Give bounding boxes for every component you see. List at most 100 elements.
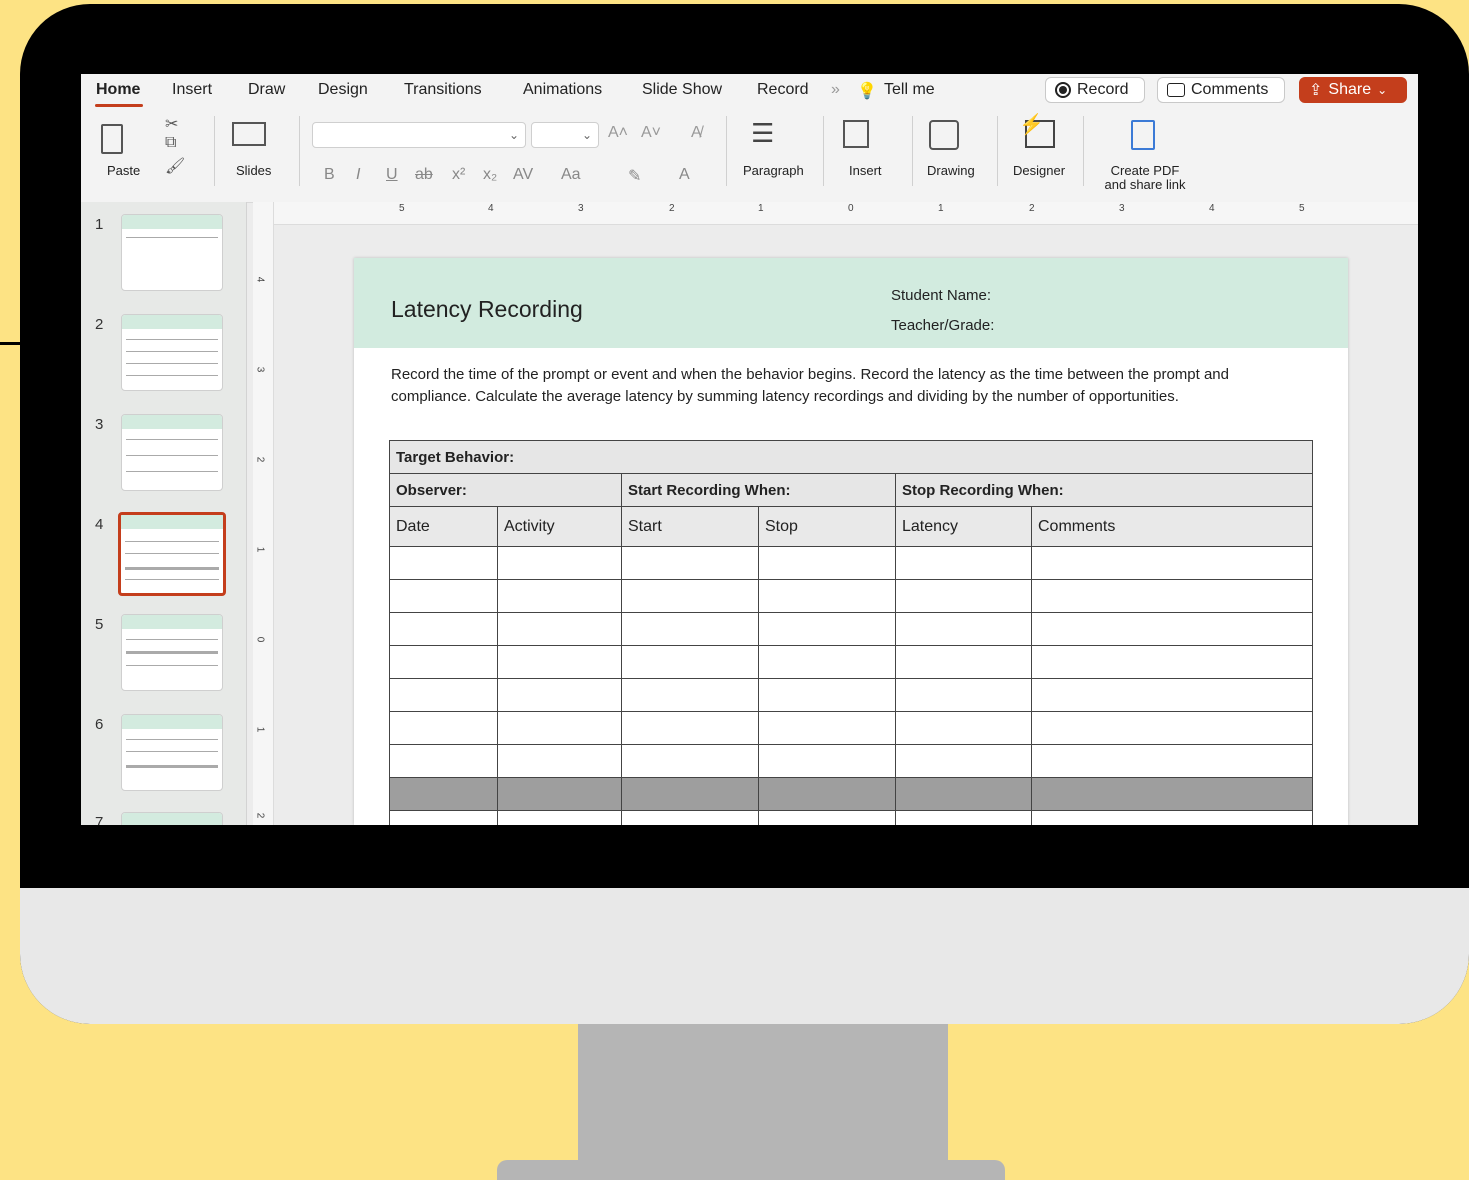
drawing-icon[interactable]: [929, 120, 959, 150]
superscript-button[interactable]: x²: [452, 166, 465, 184]
decrease-font-icon[interactable]: A˅: [641, 124, 661, 142]
table-cell[interactable]: [1030, 810, 1314, 825]
underline-button[interactable]: U: [386, 166, 398, 184]
insert-textbox-icon[interactable]: [843, 120, 869, 148]
latency-table[interactable]: Target Behavior: Observer: Start Recordi…: [388, 440, 1314, 825]
table-cell[interactable]: [895, 711, 1032, 745]
table-cell[interactable]: [895, 678, 1032, 712]
drawing-label[interactable]: Drawing: [927, 164, 975, 178]
paragraph-icon[interactable]: ☰: [751, 118, 774, 149]
thumbnail-slide-5[interactable]: [121, 614, 223, 691]
tab-design[interactable]: Design: [318, 81, 368, 99]
table-cell[interactable]: [1030, 744, 1314, 778]
strikethrough-button[interactable]: ab: [415, 166, 433, 184]
copy-icon[interactable]: ⧉: [165, 134, 176, 152]
table-cell[interactable]: [1030, 645, 1314, 679]
table-cell[interactable]: [621, 777, 759, 811]
table-cell[interactable]: [1030, 711, 1314, 745]
table-cell[interactable]: [895, 546, 1032, 580]
clear-format-icon[interactable]: A̸: [691, 124, 702, 142]
table-cell[interactable]: [497, 777, 622, 811]
tab-draw[interactable]: Draw: [248, 81, 285, 99]
table-cell[interactable]: [497, 744, 622, 778]
tab-transitions[interactable]: Transitions: [404, 81, 482, 99]
table-cell[interactable]: [497, 678, 622, 712]
designer-label[interactable]: Designer: [1013, 164, 1065, 178]
paste-label[interactable]: Paste: [107, 164, 140, 178]
comments-button[interactable]: Comments: [1157, 77, 1285, 103]
pdf-icon[interactable]: [1131, 120, 1155, 150]
font-color-button[interactable]: A: [679, 166, 690, 184]
table-cell[interactable]: [758, 612, 896, 646]
table-cell[interactable]: [497, 810, 622, 825]
table-cell[interactable]: [758, 711, 896, 745]
tab-insert[interactable]: Insert: [172, 81, 212, 99]
table-cell[interactable]: [389, 711, 498, 745]
slides-label[interactable]: Slides: [236, 164, 271, 178]
paragraph-label[interactable]: Paragraph: [743, 164, 804, 178]
table-cell[interactable]: [621, 546, 759, 580]
overflow-chevron-icon[interactable]: »: [831, 81, 840, 99]
table-cell[interactable]: [621, 810, 759, 825]
format-painter-icon[interactable]: 🖌: [165, 156, 185, 176]
italic-button[interactable]: I: [356, 166, 360, 184]
target-behavior-cell[interactable]: Target Behavior:: [388, 440, 1314, 474]
table-cell[interactable]: [497, 546, 622, 580]
increase-font-icon[interactable]: A˄: [608, 124, 628, 142]
column-header-start[interactable]: Start: [621, 506, 759, 547]
table-cell[interactable]: [1030, 777, 1314, 811]
font-size-dropdown[interactable]: ⌄: [531, 122, 599, 148]
slides-icon[interactable]: [232, 122, 266, 146]
change-case-button[interactable]: Aa: [561, 166, 581, 184]
table-cell[interactable]: [758, 777, 896, 811]
table-cell[interactable]: [621, 645, 759, 679]
subscript-button[interactable]: x₂: [483, 166, 497, 184]
observer-cell[interactable]: Observer:: [389, 473, 622, 507]
table-cell[interactable]: [389, 612, 498, 646]
table-cell[interactable]: [621, 579, 759, 613]
thumbnail-slide-7[interactable]: [121, 812, 223, 825]
table-cell[interactable]: [895, 579, 1032, 613]
thumbnail-slide-6[interactable]: [121, 714, 223, 791]
table-cell[interactable]: [389, 810, 498, 825]
table-cell[interactable]: [895, 744, 1032, 778]
stop-recording-cell[interactable]: Stop Recording When:: [894, 473, 1314, 507]
start-recording-cell[interactable]: Start Recording When:: [621, 473, 896, 507]
table-cell[interactable]: [758, 579, 896, 613]
table-cell[interactable]: [895, 612, 1032, 646]
table-cell[interactable]: [758, 678, 896, 712]
table-cell[interactable]: [389, 546, 498, 580]
table-cell[interactable]: [758, 744, 896, 778]
table-cell[interactable]: [621, 744, 759, 778]
table-cell[interactable]: [389, 678, 498, 712]
slide-canvas[interactable]: Latency Recording Student Name: Teacher/…: [354, 258, 1348, 825]
tab-record[interactable]: Record: [757, 81, 809, 99]
table-cell[interactable]: [497, 579, 622, 613]
font-name-dropdown[interactable]: ⌄: [312, 122, 526, 148]
paste-icon[interactable]: [101, 124, 123, 154]
table-cell[interactable]: [758, 810, 896, 825]
table-cell[interactable]: [895, 777, 1032, 811]
column-header-latency[interactable]: Latency: [895, 506, 1032, 547]
column-header-comments[interactable]: Comments: [1030, 506, 1314, 547]
insert-label[interactable]: Insert: [849, 164, 882, 178]
instructions-text[interactable]: Record the time of the prompt or event a…: [391, 364, 1311, 408]
table-cell[interactable]: [497, 612, 622, 646]
character-spacing-button[interactable]: AV: [513, 166, 533, 184]
thumbnail-slide-2[interactable]: [121, 314, 223, 391]
column-header-activity[interactable]: Activity: [497, 506, 622, 547]
table-cell[interactable]: [895, 810, 1032, 825]
tell-me[interactable]: Tell me: [884, 81, 935, 99]
table-cell[interactable]: [1030, 579, 1314, 613]
tab-home[interactable]: Home: [96, 81, 140, 99]
table-cell[interactable]: [621, 711, 759, 745]
table-cell[interactable]: [621, 612, 759, 646]
create-pdf-label[interactable]: Create PDF and share link: [1100, 164, 1190, 192]
thumbnail-slide-3[interactable]: [121, 414, 223, 491]
thumbnail-slide-4[interactable]: [118, 512, 226, 596]
table-cell[interactable]: [1030, 546, 1314, 580]
table-cell[interactable]: [497, 711, 622, 745]
tab-slide-show[interactable]: Slide Show: [642, 81, 722, 99]
table-cell[interactable]: [389, 579, 498, 613]
table-cell[interactable]: [758, 546, 896, 580]
